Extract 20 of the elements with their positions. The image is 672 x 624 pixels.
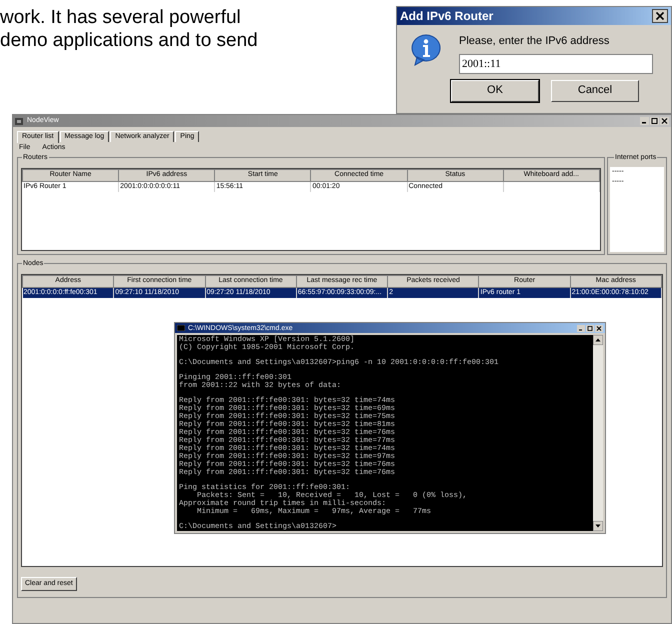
close-icon[interactable] [595,324,603,332]
close-icon[interactable] [660,117,669,125]
body-text-line: work. It has several powerful [0,6,242,29]
close-icon[interactable] [652,9,668,23]
dialog-title: Add IPv6 Router [400,8,494,25]
scroll-up-icon[interactable] [593,335,603,345]
address-field[interactable]: 2001::11 [459,54,653,74]
cancel-button[interactable]: Cancel [551,80,639,102]
maximize-icon[interactable] [650,117,659,125]
ok-button[interactable]: OK [451,80,539,102]
info-icon [409,33,443,67]
app-icon [15,116,24,126]
scrollbar[interactable] [593,335,603,531]
body-text-line: demo applications and to send [0,29,258,52]
maximize-icon[interactable] [586,324,594,332]
console-icon [177,325,185,331]
minimize-icon[interactable] [640,117,649,125]
prompt-text: Please, enter the IPv6 address [459,34,610,49]
scroll-down-icon[interactable] [593,521,603,531]
minimize-icon[interactable] [577,324,585,332]
